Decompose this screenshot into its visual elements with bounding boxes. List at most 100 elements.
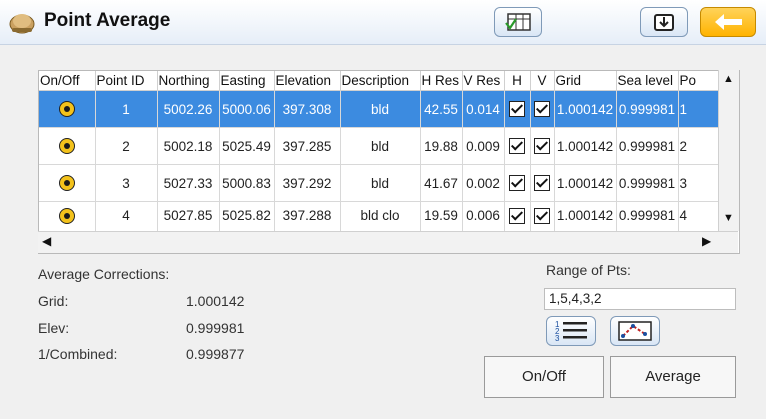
back-arrow-icon [715, 14, 742, 30]
v-check-cell[interactable] [530, 164, 555, 202]
title-bar: Point Average [0, 0, 766, 45]
col-header[interactable]: Elevation [274, 71, 341, 91]
onoff-cell[interactable] [39, 164, 96, 202]
v-checkbox[interactable] [534, 101, 550, 118]
h-checkbox[interactable] [509, 138, 525, 155]
points-table[interactable]: On/Off Point ID Northing Easting Elevati… [38, 70, 740, 254]
h-check-cell[interactable] [504, 164, 531, 202]
combined-label: 1/Combined: [38, 346, 118, 362]
sea-level-cell: 0.999981 [616, 164, 679, 202]
v-res-cell: 0.009 [462, 127, 505, 165]
elevation-cell: 397.308 [274, 90, 341, 128]
v-check-cell[interactable] [530, 90, 555, 128]
col-header[interactable]: Description [340, 71, 421, 91]
col-header[interactable]: V [530, 71, 555, 91]
point-list-button[interactable]: 1 2 3 [546, 316, 596, 346]
description-cell: bld [340, 90, 421, 128]
average-button[interactable]: Average [610, 356, 736, 398]
scroll-left-icon[interactable]: ◀ [42, 234, 51, 248]
sea-level-cell: 0.999981 [616, 127, 679, 165]
h-res-cell: 41.67 [420, 164, 463, 202]
import-icon [654, 14, 674, 31]
onoff-button[interactable]: On/Off [484, 356, 604, 398]
grid-cell: 1.000142 [554, 127, 617, 165]
col-header[interactable]: Sea level [616, 71, 679, 91]
col-header[interactable]: H Res [420, 71, 463, 91]
sea-level-cell: 0.999981 [616, 90, 679, 128]
scroll-right-icon[interactable]: ▶ [702, 234, 711, 248]
po-cell: 1 [678, 90, 719, 128]
range-input[interactable]: 1,5,4,3,2 [544, 288, 736, 310]
back-button[interactable] [700, 7, 756, 37]
northing-cell: 5002.18 [157, 127, 220, 165]
grid-value: 1.000142 [186, 293, 245, 309]
svg-text:3: 3 [555, 334, 560, 343]
h-check-cell[interactable] [504, 90, 531, 128]
point-on-icon [58, 101, 75, 118]
v-check-cell[interactable] [530, 127, 555, 165]
average-corrections-heading: Average Corrections: [38, 266, 170, 282]
h-res-cell: 42.55 [420, 90, 463, 128]
table-row[interactable]: 1 5002.26 5000.06 397.308 bld 42.55 0.01… [39, 90, 719, 128]
scroll-down-icon[interactable]: ▼ [723, 212, 734, 224]
horizontal-scrollbar[interactable]: ◀ ▶ [38, 231, 738, 253]
h-res-cell: 19.88 [420, 127, 463, 165]
map-view-button[interactable] [494, 7, 542, 37]
col-header[interactable]: Po [678, 71, 719, 91]
grid-cell: 1.000142 [554, 90, 617, 128]
grid-cell: 1.000142 [554, 164, 617, 202]
h-checkbox[interactable] [509, 175, 525, 192]
point-on-icon [58, 208, 75, 225]
v-res-cell: 0.002 [462, 164, 505, 202]
h-checkbox[interactable] [509, 101, 525, 118]
import-button[interactable] [640, 7, 688, 37]
vertical-scrollbar[interactable]: ▲ ▼ [718, 70, 739, 231]
point-on-icon [58, 175, 75, 192]
po-cell: 3 [678, 164, 719, 202]
description-cell: bld [340, 164, 421, 202]
v-checkbox[interactable] [534, 138, 550, 155]
col-header[interactable]: V Res [462, 71, 505, 91]
range-label: Range of Pts: [546, 262, 631, 278]
table-row[interactable]: 2 5002.18 5025.49 397.285 bld 19.88 0.00… [39, 127, 719, 165]
elev-value: 0.999981 [186, 320, 245, 336]
northing-cell: 5027.33 [157, 164, 220, 202]
point-id-cell: 3 [95, 164, 158, 202]
col-header[interactable]: Easting [219, 71, 275, 91]
surveyor-helmet-icon [9, 14, 35, 34]
col-header[interactable]: Northing [157, 71, 220, 91]
scroll-up-icon[interactable]: ▲ [723, 73, 734, 85]
point-id-cell: 1 [95, 90, 158, 128]
combined-value: 0.999877 [186, 346, 245, 362]
description-cell: bld [340, 127, 421, 165]
h-check-cell[interactable] [504, 127, 531, 165]
easting-cell: 5000.06 [219, 90, 275, 128]
col-header[interactable]: Grid [554, 71, 617, 91]
elevation-cell: 397.292 [274, 164, 341, 202]
northing-cell: 5002.26 [157, 90, 220, 128]
grid-label: Grid: [38, 293, 69, 309]
elev-label: Elev: [38, 320, 70, 336]
col-header[interactable]: On/Off [39, 71, 96, 91]
numbered-list-icon: 1 2 3 [555, 320, 587, 343]
select-points-button[interactable] [610, 316, 660, 346]
elevation-cell: 397.285 [274, 127, 341, 165]
v-res-cell: 0.014 [462, 90, 505, 128]
onoff-cell[interactable] [39, 90, 96, 128]
col-header[interactable]: H [504, 71, 531, 91]
v-checkbox[interactable] [534, 175, 550, 192]
v-checkbox[interactable] [534, 208, 550, 225]
table-row[interactable]: 3 5027.33 5000.83 397.292 bld 41.67 0.00… [39, 164, 719, 202]
easting-cell: 5000.83 [219, 164, 275, 202]
easting-cell: 5025.49 [219, 127, 275, 165]
point-on-icon [58, 138, 75, 155]
col-header[interactable]: Point ID [95, 71, 158, 91]
select-points-map-icon [618, 321, 652, 341]
point-id-cell: 2 [95, 127, 158, 165]
map-table-icon [505, 13, 531, 31]
table-header: On/Off Point ID Northing Easting Elevati… [39, 71, 719, 91]
h-checkbox[interactable] [509, 208, 525, 225]
page-title: Point Average [44, 10, 171, 31]
onoff-cell[interactable] [39, 127, 96, 165]
po-cell: 2 [678, 127, 719, 165]
